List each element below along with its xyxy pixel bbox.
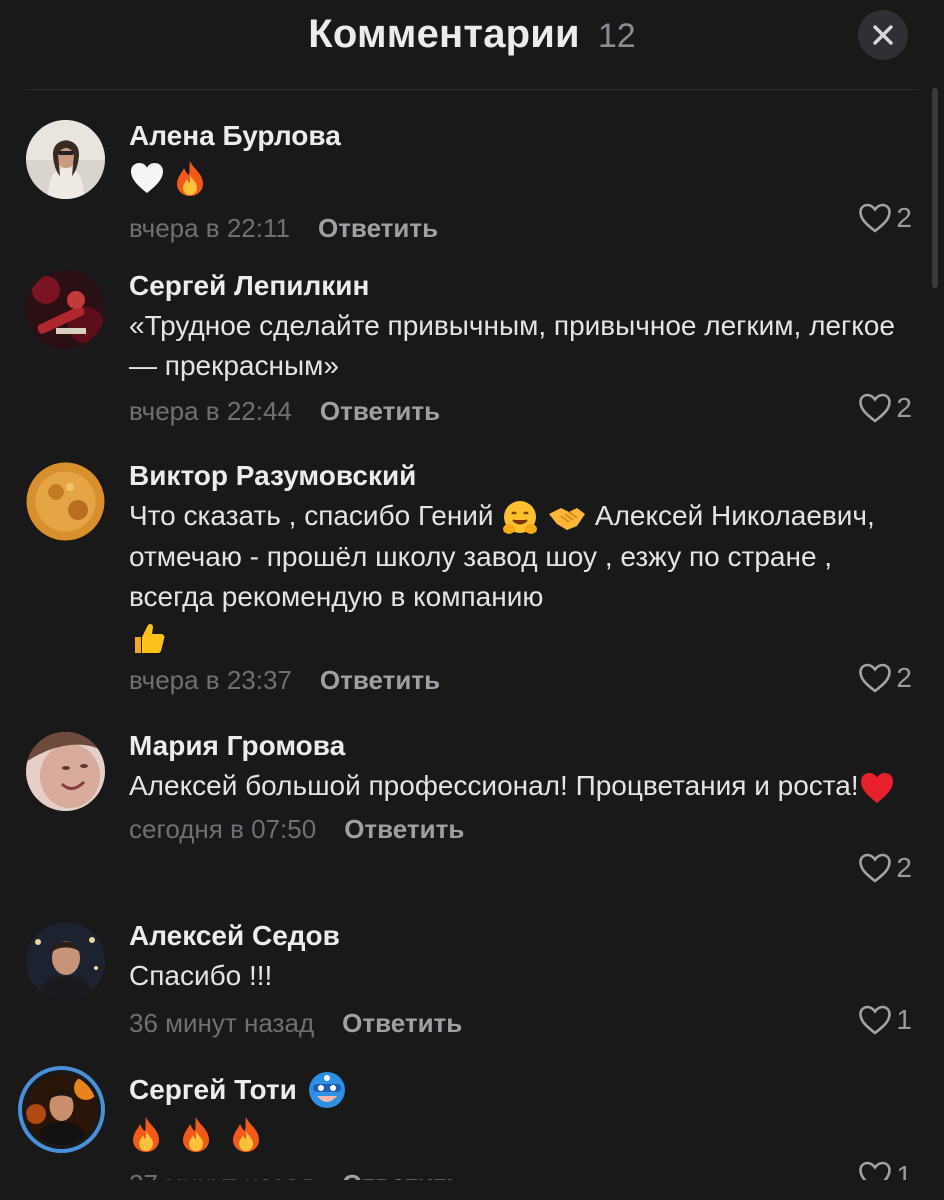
avatar[interactable] (26, 732, 105, 811)
comment-author[interactable]: Виктор Разумовский (129, 458, 904, 494)
comment-text: «Трудное сделайте привычным, привычное л… (129, 310, 895, 381)
like-button[interactable]: 2 (858, 392, 912, 424)
like-count: 2 (896, 662, 912, 693)
comment-author[interactable]: Мария Громова (129, 728, 904, 764)
reply-button[interactable]: Ответить (320, 394, 440, 428)
comment-text: Что сказать , спасибо Гений Алексей Нико… (129, 496, 904, 657)
fire-icon (133, 1116, 159, 1152)
comment-author[interactable]: Алена Бурлова (129, 118, 904, 154)
bottom-edge (0, 1180, 944, 1200)
fire-icon (176, 160, 203, 196)
comment-text: Алексей большой профессионал! Процветани… (129, 766, 904, 806)
comment-author[interactable]: Сергей Лепилкин (129, 268, 904, 304)
comment-time: 36 минут назад (129, 1008, 315, 1038)
fire-icon (182, 1116, 209, 1152)
comment-time: вчера в 23:37 (129, 665, 292, 696)
comment-text (129, 156, 904, 197)
close-icon (873, 25, 893, 45)
like-count: 2 (896, 852, 912, 883)
red-heart-icon (860, 772, 893, 803)
comments-screen: Комментарии 12 Алена Бурлова вчера в 22:… (0, 0, 944, 1200)
scrollbar[interactable] (932, 88, 938, 288)
avatar[interactable] (26, 462, 105, 541)
avatar-story-ring[interactable] (18, 1066, 105, 1153)
like-count: 1 (896, 1004, 912, 1035)
avatar[interactable] (26, 922, 105, 1001)
superhero-mask-icon (308, 1072, 345, 1108)
comments-count: 12 (597, 17, 636, 55)
heart-outline-icon (859, 1005, 892, 1035)
white-heart-icon (131, 162, 163, 193)
heart-outline-icon (859, 663, 892, 693)
close-button[interactable] (858, 10, 908, 60)
comment-time: вчера в 22:11 (129, 212, 290, 243)
hugging-face-icon (503, 500, 538, 534)
comment-time: вчера в 22:44 (129, 396, 292, 426)
header-divider (26, 89, 918, 90)
reply-button[interactable]: Ответить (318, 211, 438, 245)
avatar[interactable] (26, 120, 105, 199)
like-count: 2 (896, 202, 912, 233)
comment-text (129, 1112, 904, 1153)
comment-time: сегодня в 07:50 (129, 814, 317, 844)
thumbs-up-icon (135, 624, 165, 654)
handshake-icon (549, 507, 586, 530)
reply-button[interactable]: Ответить (344, 812, 464, 846)
reply-button[interactable]: Ответить (342, 1006, 462, 1040)
avatar (26, 1074, 97, 1145)
comment-author[interactable]: Сергей Тоти (129, 1070, 904, 1110)
comment-author[interactable]: Алексей Седов (129, 918, 904, 954)
like-button[interactable]: 2 (858, 852, 912, 884)
heart-outline-icon (859, 203, 892, 233)
like-button[interactable]: 2 (858, 202, 912, 234)
heart-outline-icon (859, 853, 892, 883)
like-count: 2 (896, 392, 912, 423)
comments-header: Комментарии 12 (0, 0, 944, 90)
avatar[interactable] (26, 270, 105, 349)
heart-outline-icon (859, 393, 892, 423)
page-title: Комментарии (308, 12, 580, 56)
reply-button[interactable]: Ответить (320, 663, 440, 697)
fire-icon (232, 1116, 259, 1152)
like-button[interactable]: 2 (858, 662, 912, 694)
comment-text: Спасибо !!! (129, 960, 273, 991)
like-button[interactable]: 1 (858, 1004, 912, 1036)
